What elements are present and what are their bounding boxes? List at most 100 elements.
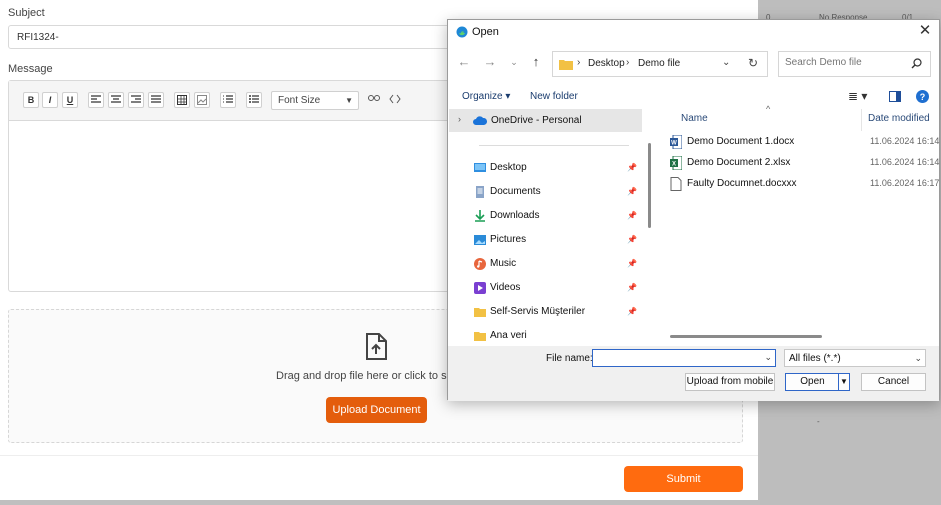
pin-icon: 📌 — [627, 163, 637, 172]
align-left-icon[interactable] — [88, 92, 104, 108]
chevron-down-icon: ⌄ — [914, 353, 922, 363]
preview-pane-icon[interactable] — [889, 91, 901, 102]
refresh-icon[interactable]: ↻ — [748, 56, 758, 70]
nav-item-documents[interactable]: Documents 📌 — [471, 183, 641, 203]
svg-text:W: W — [671, 141, 677, 147]
svg-text:?: ? — [920, 92, 926, 102]
align-justify-icon[interactable] — [148, 92, 164, 108]
file-type-select[interactable]: All files (*.*) ⌄ — [784, 349, 926, 367]
help-icon[interactable]: ? — [916, 90, 929, 103]
bold-button[interactable]: B — [23, 92, 39, 108]
divider — [479, 145, 629, 146]
nav-item-label: Desktop — [490, 162, 527, 173]
close-icon[interactable]: ✕ — [917, 23, 933, 39]
message-editor[interactable]: B I U Font Size ▼ — [8, 80, 453, 292]
chevron-right-icon: › — [577, 57, 581, 68]
downloads-icon — [475, 210, 485, 222]
file-list: ^ Name Date modified W Demo Document 1.d… — [658, 104, 940, 346]
nav-item-label: Self-Servis Müşteriler — [490, 306, 586, 317]
nav-item-self-servis[interactable]: Self-Servis Müşteriler 📌 — [471, 303, 641, 323]
pin-icon: 📌 — [627, 259, 637, 268]
breadcrumb-demo-file[interactable]: Demo file — [638, 58, 680, 69]
recent-chevron-icon[interactable]: ⌄ — [506, 54, 522, 70]
caret-down-icon[interactable]: ▼ — [838, 374, 849, 390]
align-center-icon[interactable] — [108, 92, 124, 108]
back-arrow-icon[interactable]: ← — [456, 54, 472, 70]
underline-button[interactable]: U — [62, 92, 78, 108]
dialog-titlebar[interactable]: Open ✕ — [448, 20, 939, 44]
font-size-select[interactable]: Font Size ▼ — [271, 91, 359, 110]
dropzone-text: Drag and drop file here or click to sele — [276, 370, 462, 382]
column-separator[interactable] — [861, 109, 862, 131]
documents-icon — [476, 186, 484, 198]
file-name-input[interactable]: ⌄ — [592, 349, 776, 367]
open-file-dialog: Open ✕ ← → ⌄ ↑ › Desktop › Demo file ⌄ ↻… — [447, 19, 940, 401]
upload-document-button[interactable]: Upload Document — [326, 397, 427, 423]
videos-icon — [474, 282, 486, 294]
panel-cell: - — [817, 417, 820, 426]
nav-item-label: Videos — [490, 282, 521, 293]
folder-icon — [559, 60, 573, 70]
image-icon[interactable] — [194, 92, 210, 108]
search-box[interactable] — [778, 51, 931, 77]
sort-caret-icon: ^ — [766, 104, 771, 114]
column-header-date[interactable]: Date modified — [868, 113, 930, 124]
chevron-down-icon[interactable]: ⌄ — [722, 57, 730, 68]
nav-item-videos[interactable]: Videos 📌 — [471, 279, 641, 299]
folder-icon — [474, 308, 486, 317]
file-date: 11.06.2024 16:14 — [870, 157, 940, 167]
chevron-right-icon[interactable]: › — [458, 114, 461, 124]
nav-item-music[interactable]: Music 📌 — [471, 255, 641, 275]
font-size-label: Font Size — [278, 95, 321, 106]
pin-icon: 📌 — [627, 283, 637, 292]
table-icon[interactable] — [174, 92, 190, 108]
dialog-navbar: ← → ⌄ ↑ › Desktop › Demo file ⌄ ↻ — [448, 49, 939, 79]
address-bar[interactable]: › Desktop › Demo file ⌄ ↻ — [552, 51, 768, 77]
file-type-value: All files (*.*) — [789, 353, 841, 364]
organize-menu[interactable]: Organize ▾ — [462, 91, 510, 102]
excel-icon: X — [670, 156, 682, 170]
file-date: 11.06.2024 16:14 — [870, 136, 940, 146]
navpane-scrollbar[interactable] — [648, 143, 651, 228]
nav-item-ana-veri[interactable]: Ana veri — [471, 327, 641, 346]
file-date: 11.06.2024 16:17 — [870, 178, 940, 188]
link-icon[interactable] — [366, 92, 382, 108]
subject-label: Subject — [8, 7, 45, 19]
column-header-name[interactable]: Name — [681, 113, 708, 124]
view-list-icon[interactable]: ≣ ▾ — [848, 89, 867, 103]
nav-item-onedrive[interactable]: › OneDrive - Personal — [449, 109, 642, 132]
music-icon — [474, 258, 486, 270]
svg-text:X: X — [672, 162, 676, 168]
submit-button[interactable]: Submit — [624, 466, 743, 492]
dialog-title: Open — [472, 26, 499, 38]
breadcrumb-desktop[interactable]: Desktop — [588, 58, 625, 69]
caret-down-icon: ▼ — [345, 96, 353, 105]
nav-item-label: Downloads — [490, 210, 540, 221]
editor-toolbar: B I U Font Size ▼ — [9, 81, 452, 121]
dialog-bottom-bar: File name: ⌄ All files (*.*) ⌄ Upload fr… — [448, 346, 939, 401]
chevron-down-icon[interactable]: ⌄ — [764, 352, 772, 363]
subject-input[interactable]: RFI1324- — [8, 25, 453, 49]
file-row[interactable]: W Demo Document 1.docx 11.06.2024 16:14 — [670, 132, 940, 152]
code-icon[interactable] — [387, 92, 403, 108]
nav-item-pictures[interactable]: Pictures 📌 — [471, 231, 641, 251]
forward-arrow-icon[interactable]: → — [482, 54, 498, 70]
ordered-list-icon[interactable] — [220, 92, 236, 108]
nav-item-desktop[interactable]: Desktop 📌 — [471, 159, 641, 179]
file-row[interactable]: Faulty Documnet.docxxx 11.06.2024 16:17 — [670, 174, 940, 194]
bullet-list-icon[interactable] — [246, 92, 262, 108]
new-folder-button[interactable]: New folder — [530, 91, 578, 102]
italic-button[interactable]: I — [42, 92, 58, 108]
open-button[interactable]: Open ▼ — [785, 373, 850, 391]
pictures-icon — [474, 235, 486, 245]
up-arrow-icon[interactable]: ↑ — [528, 54, 544, 70]
cancel-button[interactable]: Cancel — [861, 373, 926, 391]
search-input[interactable] — [785, 57, 905, 68]
upload-from-mobile-button[interactable]: Upload from mobile — [685, 373, 775, 391]
file-row[interactable]: X Demo Document 2.xlsx 11.06.2024 16:14 — [670, 153, 940, 173]
file-icon — [670, 177, 682, 191]
align-right-icon[interactable] — [128, 92, 144, 108]
horizontal-scrollbar[interactable] — [670, 335, 822, 338]
onedrive-icon — [473, 116, 487, 125]
nav-item-downloads[interactable]: Downloads 📌 — [471, 207, 641, 227]
